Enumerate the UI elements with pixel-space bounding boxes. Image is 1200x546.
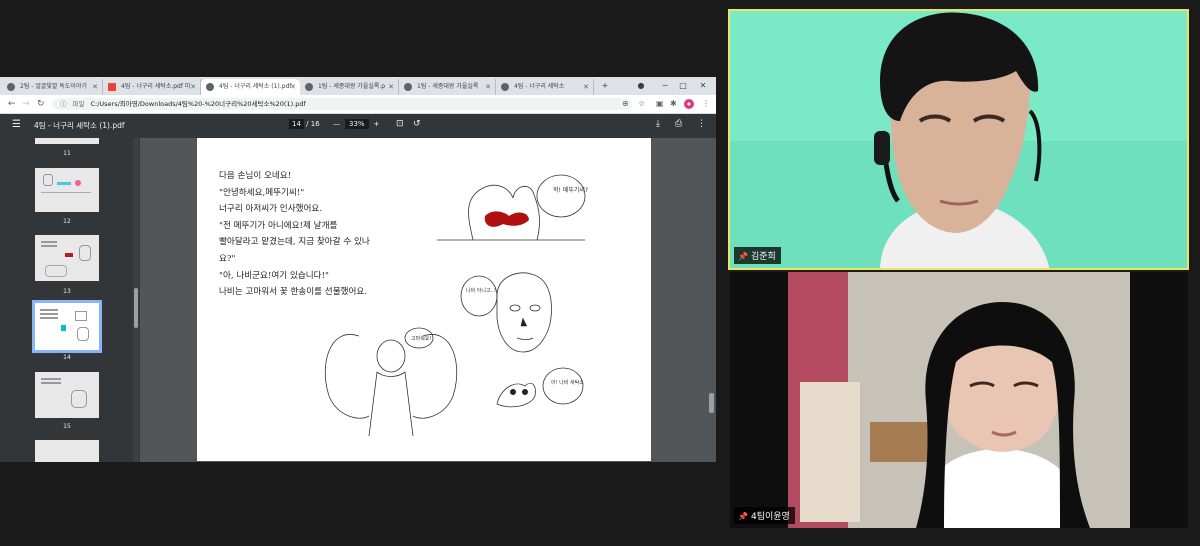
page-thumbnail[interactable]: [35, 235, 99, 281]
zoom-icon[interactable]: ⊕: [622, 98, 629, 110]
page-indicator: 14 / 16: [289, 119, 320, 129]
thumbnail-label: 13: [63, 288, 71, 295]
browser-tab[interactable]: 1팀 - 세종대왕 가을실록 ✕: [399, 79, 496, 95]
zoom-in-icon[interactable]: +: [374, 120, 380, 128]
story-line: 요?": [219, 253, 236, 264]
globe-icon: [206, 83, 214, 91]
bookmark-star-icon[interactable]: ☆: [638, 98, 645, 110]
illustration-raccoon: 아! 나비 새탁소: [496, 367, 584, 408]
thumbnail-label: 11: [63, 150, 71, 157]
info-icon: ⓘ: [60, 100, 67, 108]
fit-page-icon[interactable]: ⊡: [396, 119, 404, 129]
forward-arrow-icon[interactable]: →: [22, 97, 30, 111]
menu-icon[interactable]: ☰: [12, 119, 21, 130]
pdf-title: 4팀 - 너구리 세탁소 (1).pdf: [34, 121, 125, 130]
url-input[interactable]: ⓘ 파일 C:/Users/최아영/Downloads/4팀%20-%20너구리%2…: [52, 98, 632, 110]
story-line: 빨아달라고 맡겼는데, 지금 찾아갈 수 있나: [219, 237, 370, 248]
page-thumbnail[interactable]: [35, 440, 99, 462]
print-icon[interactable]: ⎙: [675, 119, 682, 129]
scroll-thumb[interactable]: [709, 393, 714, 413]
tab-strip: 2팀 - 얼굴빛깔 독도이야기 ✕ 4팀 - 너구리 세탁소.pdf 미 ✕ 4팀 …: [0, 77, 716, 95]
back-arrow-icon[interactable]: ←: [8, 97, 16, 111]
page-thumbnail[interactable]: [35, 372, 99, 418]
pdf-page: 다음 손님이 오네요! "안녕하세요,메뚜기씨!" 너구리 아저씨가 인사했어요…: [197, 138, 651, 461]
zoom-controls: — 33% +: [333, 119, 380, 129]
browser-tab-active[interactable]: 4팀 - 너구리 세탁소 (1).pdf ✕: [201, 79, 300, 95]
story-line: "전 메뚜기가 아니에요!제 날개를: [219, 220, 338, 231]
download-icon[interactable]: ⤓: [656, 119, 660, 129]
reload-icon[interactable]: ↻: [37, 97, 45, 111]
close-tab-icon[interactable]: ✕: [190, 79, 196, 95]
participant-video-feed: [730, 12, 1187, 268]
story-line: 다음 손님이 오네요!: [219, 171, 292, 181]
participant-video-feed: [788, 272, 1130, 528]
tab-favicon-icon: [7, 83, 15, 91]
gmail-icon: [108, 83, 116, 91]
story-line: 너구리 아저씨가 인사했어요.: [219, 204, 323, 215]
participant-name-tag: 📌 4팀이윤영: [734, 507, 795, 524]
participant-name-tag: 📌 김준희: [734, 247, 781, 264]
page-thumbnail-selected[interactable]: [32, 300, 102, 353]
story-line: 나비는 고마워서 꽃 한송이를 선물했어요.: [219, 287, 368, 298]
pdf-toolbar: ☰ 4팀 - 너구리 세탁소 (1).pdf 14 / 16 — 33% + ⊡ ↺…: [0, 114, 716, 138]
scroll-thumb[interactable]: [134, 288, 138, 328]
participant-video[interactable]: 📌 4팀이윤영: [730, 272, 1188, 528]
speech-bubble-text: 아! 나비 새탁소: [551, 379, 584, 386]
thumbnail-label: 15: [63, 423, 71, 430]
thumbnail-sidebar: 11 12 13 14 15: [0, 138, 140, 462]
speech-bubble-text: 나비 아니고..?: [466, 287, 497, 294]
zoom-input[interactable]: 33%: [345, 119, 369, 129]
browser-tab[interactable]: 4팀 - 너구리 세탁소 ✕: [496, 79, 594, 95]
avatar[interactable]: ●: [684, 99, 694, 109]
story-line: "아, 나비군요!여기 있습니다!": [219, 270, 329, 281]
browser-tab[interactable]: 4팀 - 너구리 세탁소.pdf 미 ✕: [103, 79, 201, 95]
thumbnail-label: 12: [63, 218, 71, 225]
illustration-butterfly-girl: 고마워요!: [324, 327, 458, 437]
new-tab-button[interactable]: +: [598, 78, 612, 94]
rotate-icon[interactable]: ↺: [413, 119, 421, 129]
address-bar-row: ← → ↻ ⓘ 파일 C:/Users/최아영/Downloads/4팀%20-%2…: [0, 95, 716, 114]
speech-bubble-text: 헉! 메뚜기씨?: [553, 186, 588, 194]
more-menu-icon[interactable]: ⋮: [702, 98, 710, 110]
participant-video-active[interactable]: 📌 김준희: [728, 9, 1189, 270]
globe-icon: [305, 83, 313, 91]
story-text: 다음 손님이 오네요! "안녕하세요,메뚜기씨!" 너구리 아저씨가 인사했어요…: [219, 168, 439, 301]
page-number-input[interactable]: 14: [289, 119, 304, 129]
tab-favicon-icon: [501, 83, 509, 91]
illustration-wings: 헉! 메뚜기씨?: [437, 174, 588, 241]
pin-icon: 📌: [738, 252, 748, 261]
pin-icon: 📌: [738, 512, 748, 521]
browser-tab[interactable]: 2팀 - 얼굴빛깔 독도이야기 ✕: [2, 79, 103, 95]
page-thumbnail[interactable]: [35, 168, 99, 212]
close-tab-icon[interactable]: ✕: [388, 79, 394, 95]
minimize-icon[interactable]: ─: [658, 78, 672, 94]
speech-bubble-text: 고마워요!: [411, 335, 431, 342]
puzzle-icon[interactable]: ✱: [670, 98, 677, 110]
profile-menu-icon[interactable]: ●: [634, 78, 648, 94]
maximize-icon[interactable]: □: [676, 78, 690, 94]
browser-tab[interactable]: 1팀 - 세종대왕 가을실록.p ✕: [300, 79, 399, 95]
close-tab-icon[interactable]: ✕: [485, 79, 491, 95]
tab-favicon-icon: [404, 83, 412, 91]
extension-icon[interactable]: ▣: [656, 98, 664, 110]
page-thumbnail[interactable]: [35, 138, 99, 144]
zoom-out-icon[interactable]: —: [333, 120, 340, 128]
thumbnail-label: 14: [63, 354, 71, 361]
close-window-icon[interactable]: ✕: [696, 78, 710, 94]
close-tab-icon[interactable]: ✕: [92, 79, 98, 95]
more-actions-icon[interactable]: ⋮: [697, 119, 706, 129]
story-line: "안녕하세요,메뚜기씨!": [219, 187, 305, 198]
illustration-girl-face: 나비 아니고..?: [460, 272, 552, 353]
close-tab-icon[interactable]: ✕: [583, 79, 589, 95]
thumbnail-scrollbar[interactable]: [133, 138, 139, 462]
close-tab-icon[interactable]: ✕: [290, 79, 296, 95]
pdf-scrollbar[interactable]: [708, 138, 716, 462]
